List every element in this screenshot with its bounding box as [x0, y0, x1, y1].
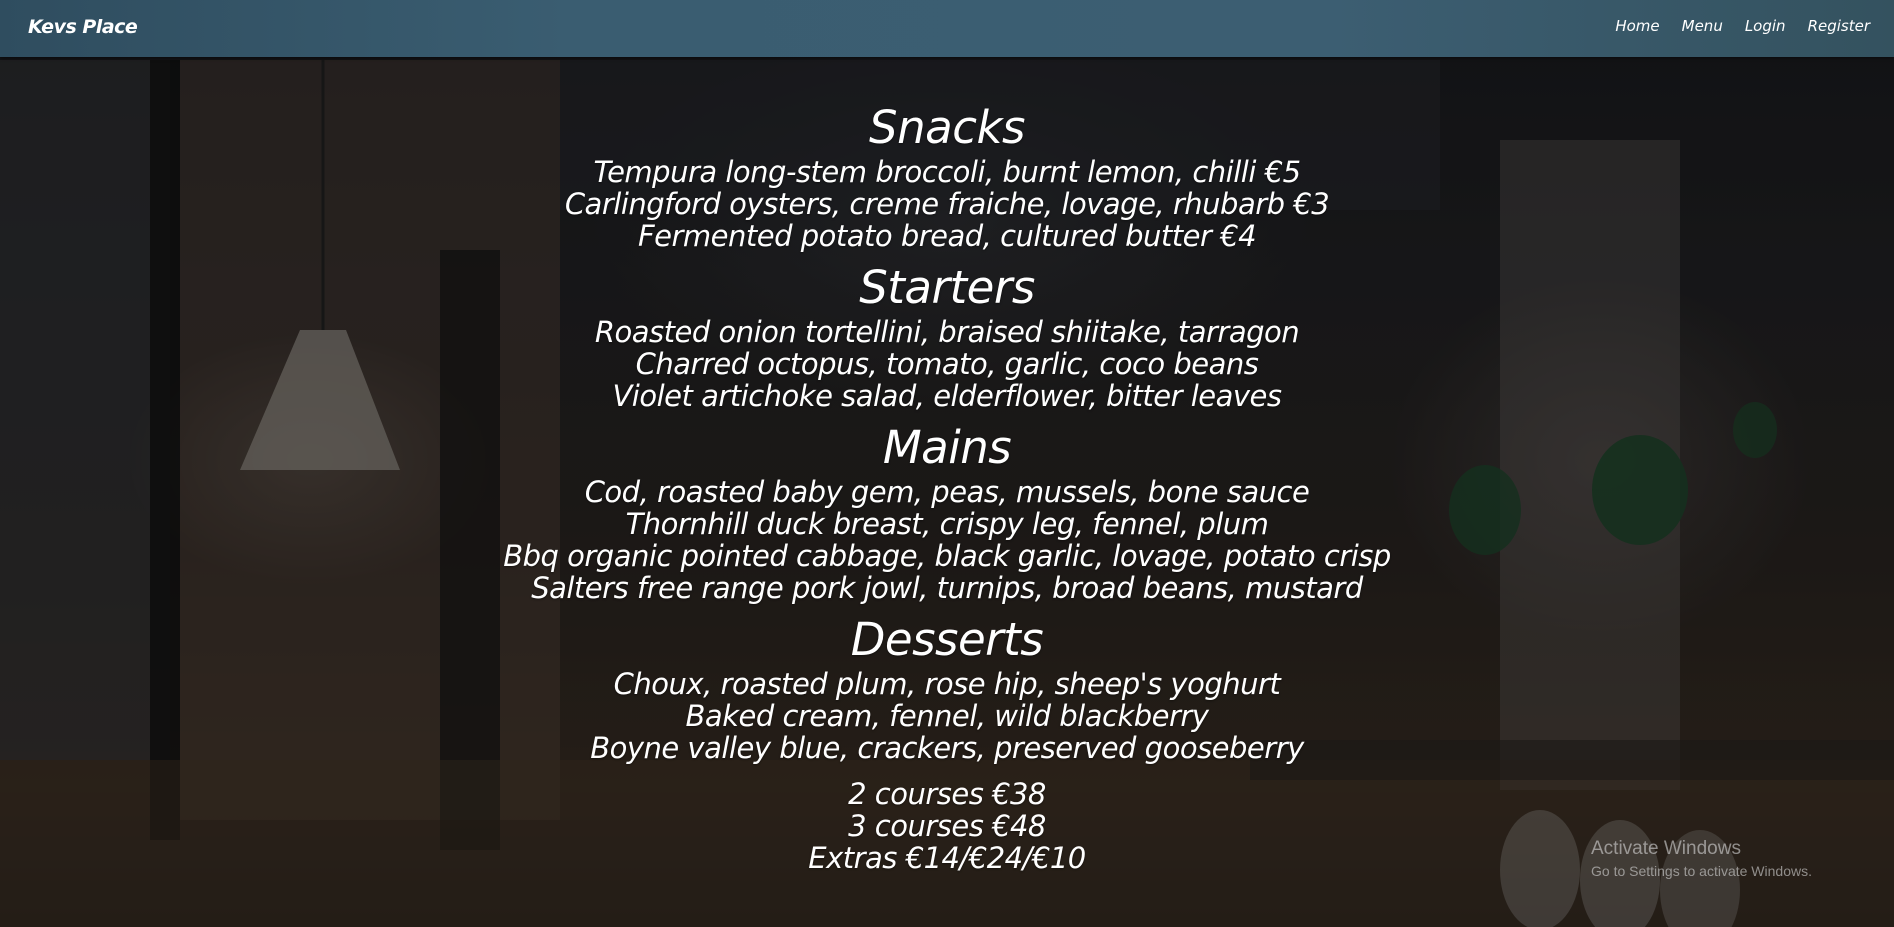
- menu-item: Salters free range pork jowl, turnips, b…: [531, 571, 1363, 605]
- nav-link-home[interactable]: Home: [1615, 17, 1659, 35]
- menu-item: Bbq organic pointed cabbage, black garli…: [503, 539, 1391, 573]
- brand-logo[interactable]: Kevs Place: [28, 16, 138, 38]
- nav-links: Home Menu Login Register: [1593, 17, 1870, 35]
- menu-item: Thornhill duck breast, crispy leg, fenne…: [625, 507, 1269, 541]
- menu-section-snacks: Snacks Tempura long-stem broccoli, burnt…: [0, 100, 1894, 252]
- menu-item: Baked cream, fennel, wild blackberry: [685, 699, 1209, 733]
- menu-item: Choux, roasted plum, rose hip, sheep's y…: [613, 667, 1281, 701]
- menu-item: Tempura long-stem broccoli, burnt lemon,…: [593, 155, 1301, 189]
- menu-item: Violet artichoke salad, elderflower, bit…: [612, 379, 1282, 413]
- navbar: Kevs Place Home Menu Login Register: [0, 0, 1894, 57]
- menu-item: Boyne valley blue, crackers, preserved g…: [590, 731, 1304, 765]
- page: Kevs Place Home Menu Login Register Snac…: [0, 0, 1894, 927]
- menu-content: Snacks Tempura long-stem broccoli, burnt…: [0, 100, 1894, 874]
- menu-section-starters: Starters Roasted onion tortellini, brais…: [0, 260, 1894, 412]
- nav-link-register[interactable]: Register: [1808, 17, 1870, 35]
- watermark-subtitle: Go to Settings to activate Windows.: [1591, 863, 1812, 879]
- windows-activation-watermark: Activate Windows Go to Settings to activ…: [1591, 837, 1812, 881]
- menu-item: Cod, roasted baby gem, peas, mussels, bo…: [584, 475, 1310, 509]
- section-title: Starters: [859, 261, 1035, 314]
- menu-item: Charred octopus, tomato, garlic, coco be…: [635, 347, 1259, 381]
- price-line: 2 courses €38: [848, 777, 1046, 811]
- menu-item: Fermented potato bread, cultured butter …: [637, 219, 1257, 253]
- section-title: Mains: [882, 421, 1012, 474]
- nav-link-login[interactable]: Login: [1745, 17, 1786, 35]
- menu-section-mains: Mains Cod, roasted baby gem, peas, musse…: [0, 420, 1894, 604]
- menu-section-desserts: Desserts Choux, roasted plum, rose hip, …: [0, 612, 1894, 764]
- menu-item: Roasted onion tortellini, braised shiita…: [594, 315, 1300, 349]
- section-title: Desserts: [850, 613, 1044, 666]
- section-title: Snacks: [869, 101, 1025, 154]
- nav-link-menu[interactable]: Menu: [1682, 17, 1723, 35]
- watermark-title: Activate Windows: [1591, 838, 1741, 859]
- menu-item: Carlingford oysters, creme fraiche, lova…: [564, 187, 1330, 221]
